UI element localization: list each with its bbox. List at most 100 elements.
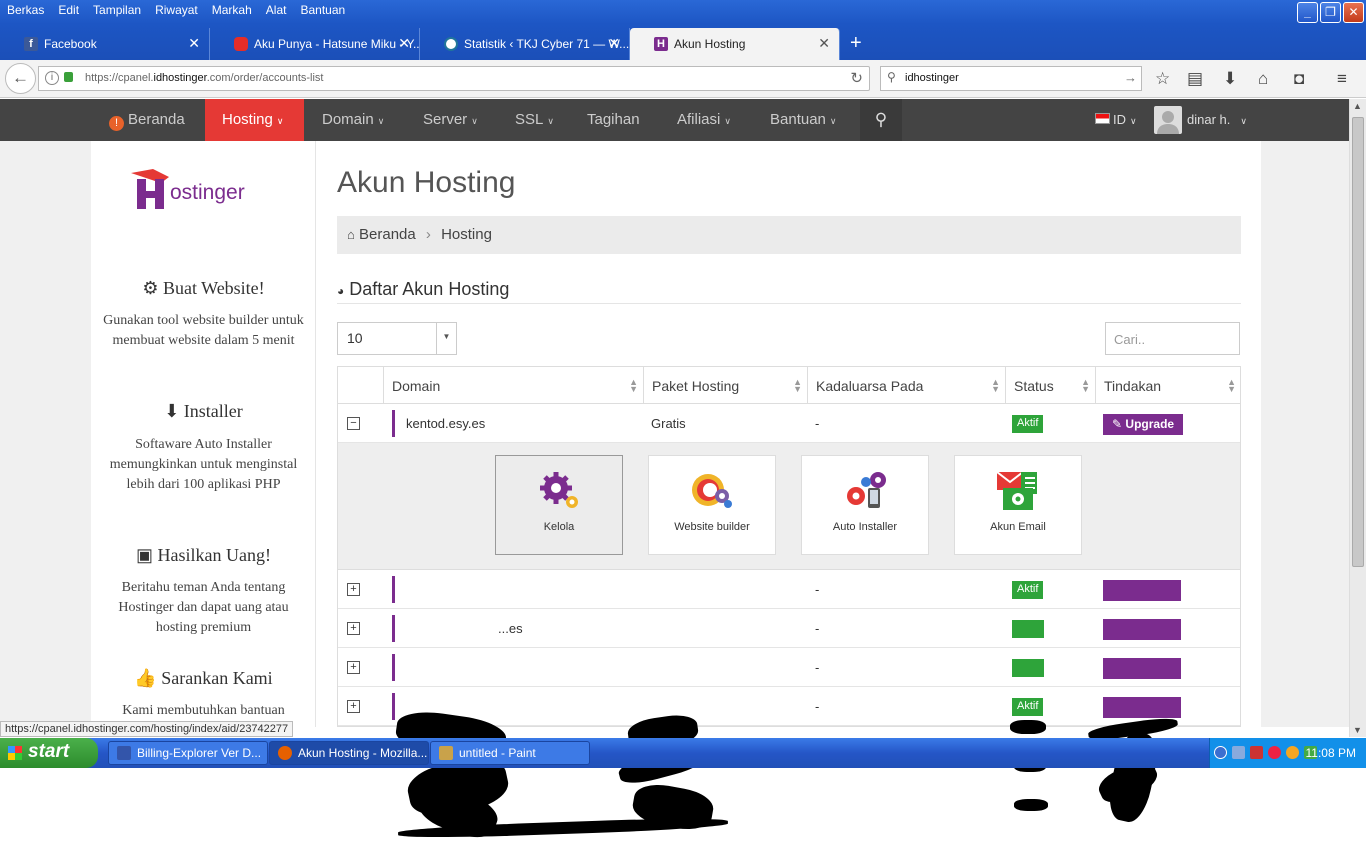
expiry-cell: - <box>815 621 820 636</box>
network-icon[interactable] <box>1232 746 1245 759</box>
upgrade-button[interactable]: ✎ Upgrade <box>1103 414 1184 435</box>
tile-label: Akun Email <box>990 521 1046 533</box>
app-icon <box>117 746 131 760</box>
upgrade-button[interactable] <box>1103 697 1181 718</box>
page-length-select[interactable]: 10 ▼ <box>337 322 457 355</box>
task-firefox[interactable]: Akun Hosting - Mozilla... <box>269 741 429 765</box>
reading-list-icon[interactable]: ▤ <box>1187 69 1203 89</box>
url-bar[interactable]: i https://cpanel.idhostinger.com/order/a… <box>38 66 870 91</box>
scroll-down-icon[interactable]: ▼ <box>1353 725 1362 735</box>
nav-ssl[interactable]: SSL ∨ <box>503 99 566 141</box>
nav-tagihan[interactable]: Tagihan <box>575 99 652 141</box>
shield-icon[interactable] <box>1250 746 1263 759</box>
edit-icon: ✎ <box>1112 417 1123 431</box>
tile-kelola[interactable]: Kelola <box>495 455 623 555</box>
upgrade-button[interactable] <box>1103 658 1181 679</box>
expand-icon[interactable]: + <box>347 700 360 713</box>
domain-cell[interactable]: ...es <box>498 621 523 636</box>
tab-wordpress[interactable]: Statistik ‹ TKJ Cyber 71 — W... ✕ <box>420 28 630 60</box>
nav-label: Bantuan <box>770 111 826 128</box>
tab-close-icon[interactable]: ✕ <box>398 35 410 52</box>
table-search-input[interactable]: Cari.. <box>1105 322 1240 355</box>
tab-close-icon[interactable]: ✕ <box>818 35 830 52</box>
start-button[interactable]: start <box>0 738 98 768</box>
tile-akun-email[interactable]: Akun Email <box>954 455 1082 555</box>
home-icon[interactable]: ⌂ <box>1258 69 1268 89</box>
collapse-icon[interactable]: − <box>347 417 360 430</box>
avatar[interactable] <box>1154 106 1182 134</box>
lock-icon[interactable] <box>64 72 73 82</box>
update-icon[interactable] <box>1286 746 1299 759</box>
navigation-toolbar: ← i https://cpanel.idhostinger.com/order… <box>0 60 1366 98</box>
menu-edit[interactable]: Edit <box>51 0 86 22</box>
menu-tampilan[interactable]: Tampilan <box>86 0 148 22</box>
upgrade-button[interactable] <box>1103 580 1181 601</box>
tab-akun-hosting[interactable]: H Akun Hosting ✕ <box>630 28 840 60</box>
expand-icon[interactable]: + <box>347 661 360 674</box>
close-window-button[interactable]: ✕ <box>1343 2 1364 23</box>
row-marker <box>392 410 395 437</box>
expand-icon[interactable]: + <box>347 622 360 635</box>
scrollbar-thumb[interactable] <box>1352 117 1364 567</box>
menu-alat[interactable]: Alat <box>259 0 294 22</box>
nav-afiliasi[interactable]: Afiliasi ∨ <box>665 99 743 141</box>
header-tindakan[interactable]: Tindakan ▲ ▼ <box>1095 367 1241 404</box>
pocket-icon[interactable]: ◘ <box>1294 69 1304 89</box>
antivirus-icon[interactable] <box>1268 746 1281 759</box>
hamburger-menu-icon[interactable]: ≡ <box>1337 69 1347 89</box>
info-icon[interactable]: i <box>45 71 59 85</box>
status-badge: Aktif <box>1012 415 1044 433</box>
facebook-icon: f <box>24 37 38 51</box>
menu-riwayat[interactable]: Riwayat <box>148 0 205 22</box>
page-body: ostinger ⚙ Buat Website! Gunakan tool we… <box>0 141 1349 844</box>
windows-logo-icon <box>8 746 22 760</box>
vertical-scrollbar[interactable]: ▲ ▼ <box>1349 99 1366 737</box>
tab-label: Aku Punya - Hatsune Miku - Y... <box>254 37 420 51</box>
upgrade-button[interactable] <box>1103 619 1181 640</box>
nav-search-icon[interactable]: ⚲ <box>860 99 902 141</box>
header-paket[interactable]: Paket Hosting ▲ ▼ <box>643 367 807 404</box>
breadcrumb-beranda[interactable]: Beranda <box>359 226 416 243</box>
search-input[interactable]: ⚲ idhostinger → <box>880 66 1142 91</box>
menu-markah[interactable]: Markah <box>205 0 259 22</box>
download-icon[interactable]: ⬇ <box>1223 69 1237 89</box>
domain-cell[interactable]: kentod.esy.es <box>406 416 485 431</box>
header-kadaluarsa[interactable]: Kadaluarsa Pada ▲ ▼ <box>807 367 1005 404</box>
task-paint[interactable]: untitled - Paint <box>430 741 590 765</box>
nav-domain[interactable]: Domain ∨ <box>310 99 396 141</box>
menu-bantuan[interactable]: Bantuan <box>293 0 352 22</box>
language-select[interactable]: ID ∨ <box>1101 99 1149 141</box>
tray-expand-icon[interactable] <box>1214 746 1227 759</box>
minimize-button[interactable]: _ <box>1297 2 1318 23</box>
back-button[interactable]: ← <box>5 63 36 94</box>
hostinger-logo[interactable]: ostinger <box>123 165 288 215</box>
table-row: + - Aktif <box>338 570 1240 609</box>
row-marker <box>392 693 395 720</box>
breadcrumb: ⌂ Beranda › Hosting <box>337 216 1241 254</box>
tab-youtube[interactable]: Aku Punya - Hatsune Miku - Y... ✕ <box>210 28 420 60</box>
header-domain[interactable]: Domain ▲ ▼ <box>383 367 643 404</box>
expand-icon[interactable]: + <box>347 583 360 596</box>
user-menu[interactable]: dinar h. ∨ <box>1175 99 1259 141</box>
search-go-icon[interactable]: → <box>1124 70 1137 85</box>
thumbs-up-icon: 👍 <box>134 668 157 688</box>
tab-facebook[interactable]: f Facebook ✕ <box>0 28 210 60</box>
restore-button[interactable]: ❐ <box>1320 2 1341 23</box>
tile-auto-installer[interactable]: Auto Installer <box>801 455 929 555</box>
new-tab-button[interactable]: + <box>840 28 872 60</box>
tile-website-builder[interactable]: Website builder <box>648 455 776 555</box>
bookmark-star-icon[interactable]: ☆ <box>1155 69 1170 89</box>
menu-berkas[interactable]: Berkas <box>0 0 51 22</box>
firefox-icon <box>278 746 292 760</box>
header-status[interactable]: Status ▲ ▼ <box>1005 367 1095 404</box>
scroll-up-icon[interactable]: ▲ <box>1353 101 1362 111</box>
nav-hosting[interactable]: Hosting ∨ <box>205 99 304 141</box>
task-billing-explorer[interactable]: Billing-Explorer Ver D... <box>108 741 268 765</box>
nav-bantuan[interactable]: Bantuan ∨ <box>758 99 848 141</box>
nav-beranda[interactable]: ! Beranda <box>97 99 197 141</box>
nav-server[interactable]: Server ∨ <box>411 99 490 141</box>
tab-close-icon[interactable]: ✕ <box>188 35 200 52</box>
main-content: Akun Hosting ⌂ Beranda › Hosting ◕ Dafta… <box>316 141 1261 844</box>
reload-icon[interactable]: ↻ <box>850 69 863 87</box>
tab-close-icon[interactable]: ✕ <box>608 35 620 52</box>
